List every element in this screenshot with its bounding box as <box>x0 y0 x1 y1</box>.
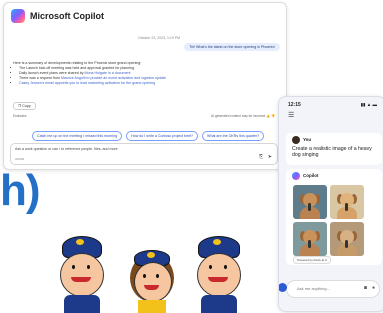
status-icons: ▮▮ ▲ ▬ <box>360 102 377 107</box>
eye-icon <box>143 274 146 278</box>
pilot-face-right <box>197 253 241 297</box>
pilot-uniform-left <box>64 295 100 313</box>
copilot-message-card: Copilot Powered by DALL-E 3 <box>286 169 382 265</box>
attach-icon[interactable]: ⎘ <box>259 154 263 160</box>
app-title: Microsoft Copilot <box>30 11 104 21</box>
pilot-face-left <box>60 253 104 297</box>
response-bullet: Casey Jensen's email appoints you to lea… <box>19 81 231 86</box>
suggestion-chip[interactable]: Catch me up on the meeting I missed this… <box>32 131 123 141</box>
chat-input[interactable]: Ask a work question or use / to referenc… <box>10 143 278 165</box>
eye-icon <box>87 265 90 269</box>
generated-image[interactable] <box>330 185 364 219</box>
thumbs-down-icon[interactable]: 👎 <box>271 114 275 118</box>
chat-input-placeholder: Ask a work question or use / to referenc… <box>15 147 118 151</box>
copilot-logo-icon <box>11 9 25 23</box>
generated-image[interactable] <box>293 222 327 256</box>
hat-badge-icon <box>76 239 84 245</box>
headline-fragment: h) <box>0 166 41 215</box>
user-message-card: You Create a realistic image of a heavy … <box>286 133 382 165</box>
generated-images-grid <box>293 185 364 256</box>
char-counter: 0/2000 <box>15 157 25 161</box>
pilot-uniform-right <box>201 295 237 313</box>
smile-icon <box>71 277 91 282</box>
eye-icon <box>224 265 227 269</box>
menu-icon[interactable]: ☰ <box>288 111 294 119</box>
new-topic-icon[interactable] <box>279 283 287 292</box>
timestamp: October 23, 2023, 1:19 PM <box>138 36 181 40</box>
citation-link[interactable]: Mona Holgate in a document <box>85 71 131 75</box>
eye-icon <box>72 265 75 269</box>
attendant-face <box>134 262 172 302</box>
camera-icon[interactable]: ◙ <box>364 285 367 291</box>
copilot-avatar-icon <box>292 172 300 180</box>
citation-link[interactable]: Casey Jensen's email appoints you to lea… <box>19 81 155 85</box>
endnotes-toggle[interactable]: Endnotes <box>13 114 26 118</box>
citation-link[interactable]: Maurice Anguiti to provide an event acti… <box>61 76 166 80</box>
hat-badge-icon <box>213 239 221 245</box>
copilot-name: Copilot <box>303 173 319 178</box>
user-avatar <box>292 136 300 144</box>
mic-icon[interactable]: ● <box>372 285 375 291</box>
status-time: 12:15 <box>288 102 301 108</box>
suggestion-chip[interactable]: How do I write a Contoso project brief? <box>126 131 199 141</box>
attendant-scarf <box>138 300 166 313</box>
copy-button[interactable]: ❐ Copy <box>13 102 36 110</box>
response-footer: Endnotes AI-generated content may be inc… <box>13 114 275 118</box>
thumbs-up-icon[interactable]: 👍 <box>266 114 270 118</box>
copilot-window: Microsoft Copilot October 23, 2023, 1:19… <box>3 2 287 170</box>
suggestion-chips: Catch me up on the meeting I missed this… <box>32 131 265 141</box>
hat-badge-icon <box>147 252 155 258</box>
phone-mockup: 12:15 ▮▮ ▲ ▬ ☰ You Create a realistic im… <box>278 96 383 312</box>
generated-image[interactable] <box>330 222 364 256</box>
powered-by-badge: Powered by DALL-E 3 <box>293 256 331 264</box>
eye-icon <box>156 274 159 278</box>
user-prompt: Create a realistic image of a heavy dog … <box>292 146 372 158</box>
user-name: You <box>303 137 312 142</box>
copilot-response: Here is a summary of developments relati… <box>13 61 231 86</box>
suggestion-chip[interactable]: What are the OKRs this quarter? <box>202 131 265 141</box>
phone-chat-input[interactable]: Ask me anything... ◙ ● <box>286 280 380 298</box>
send-icon[interactable]: ➤ <box>268 154 272 160</box>
phone-input-placeholder: Ask me anything... <box>297 286 330 291</box>
generated-image[interactable] <box>293 185 327 219</box>
smile-icon <box>208 277 228 282</box>
disclaimer-text: AI-generated content may be incorrect 👍 … <box>211 114 275 118</box>
user-message-bubble: Tiri! What's the latest on the store ope… <box>184 43 280 51</box>
eye-icon <box>209 265 212 269</box>
